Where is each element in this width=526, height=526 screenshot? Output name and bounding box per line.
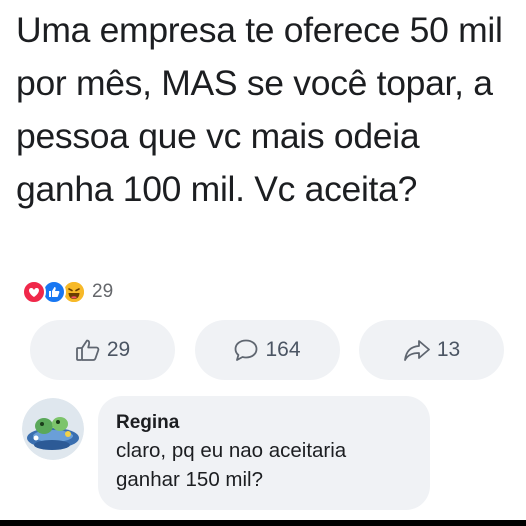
reactions-summary[interactable]: 29 (22, 280, 113, 304)
share-icon (403, 338, 431, 362)
bottom-border (0, 520, 526, 526)
comment: Regina claro, pq eu nao aceitaria ganhar… (22, 396, 430, 510)
avatar[interactable] (22, 398, 84, 460)
comment-text: claro, pq eu nao aceitaria ganhar 150 mi… (116, 439, 347, 491)
reaction-count: 29 (92, 281, 114, 302)
comment-button[interactable]: 164 (194, 320, 340, 380)
comment-count: 164 (265, 338, 301, 361)
action-bar: 29 164 13 (30, 320, 504, 380)
share-count: 13 (436, 338, 461, 361)
like-count: 29 (106, 338, 131, 361)
comment-icon (233, 338, 259, 362)
comment-author[interactable]: Regina (116, 410, 408, 436)
comment-bubble: Regina claro, pq eu nao aceitaria ganhar… (98, 396, 430, 510)
like-button[interactable]: 29 (30, 320, 175, 380)
thumbs-up-icon (75, 338, 101, 362)
share-button[interactable]: 13 (359, 320, 504, 380)
love-icon (22, 280, 46, 304)
post-text: Uma empresa te oferece 50 mil por mês, M… (16, 10, 503, 209)
